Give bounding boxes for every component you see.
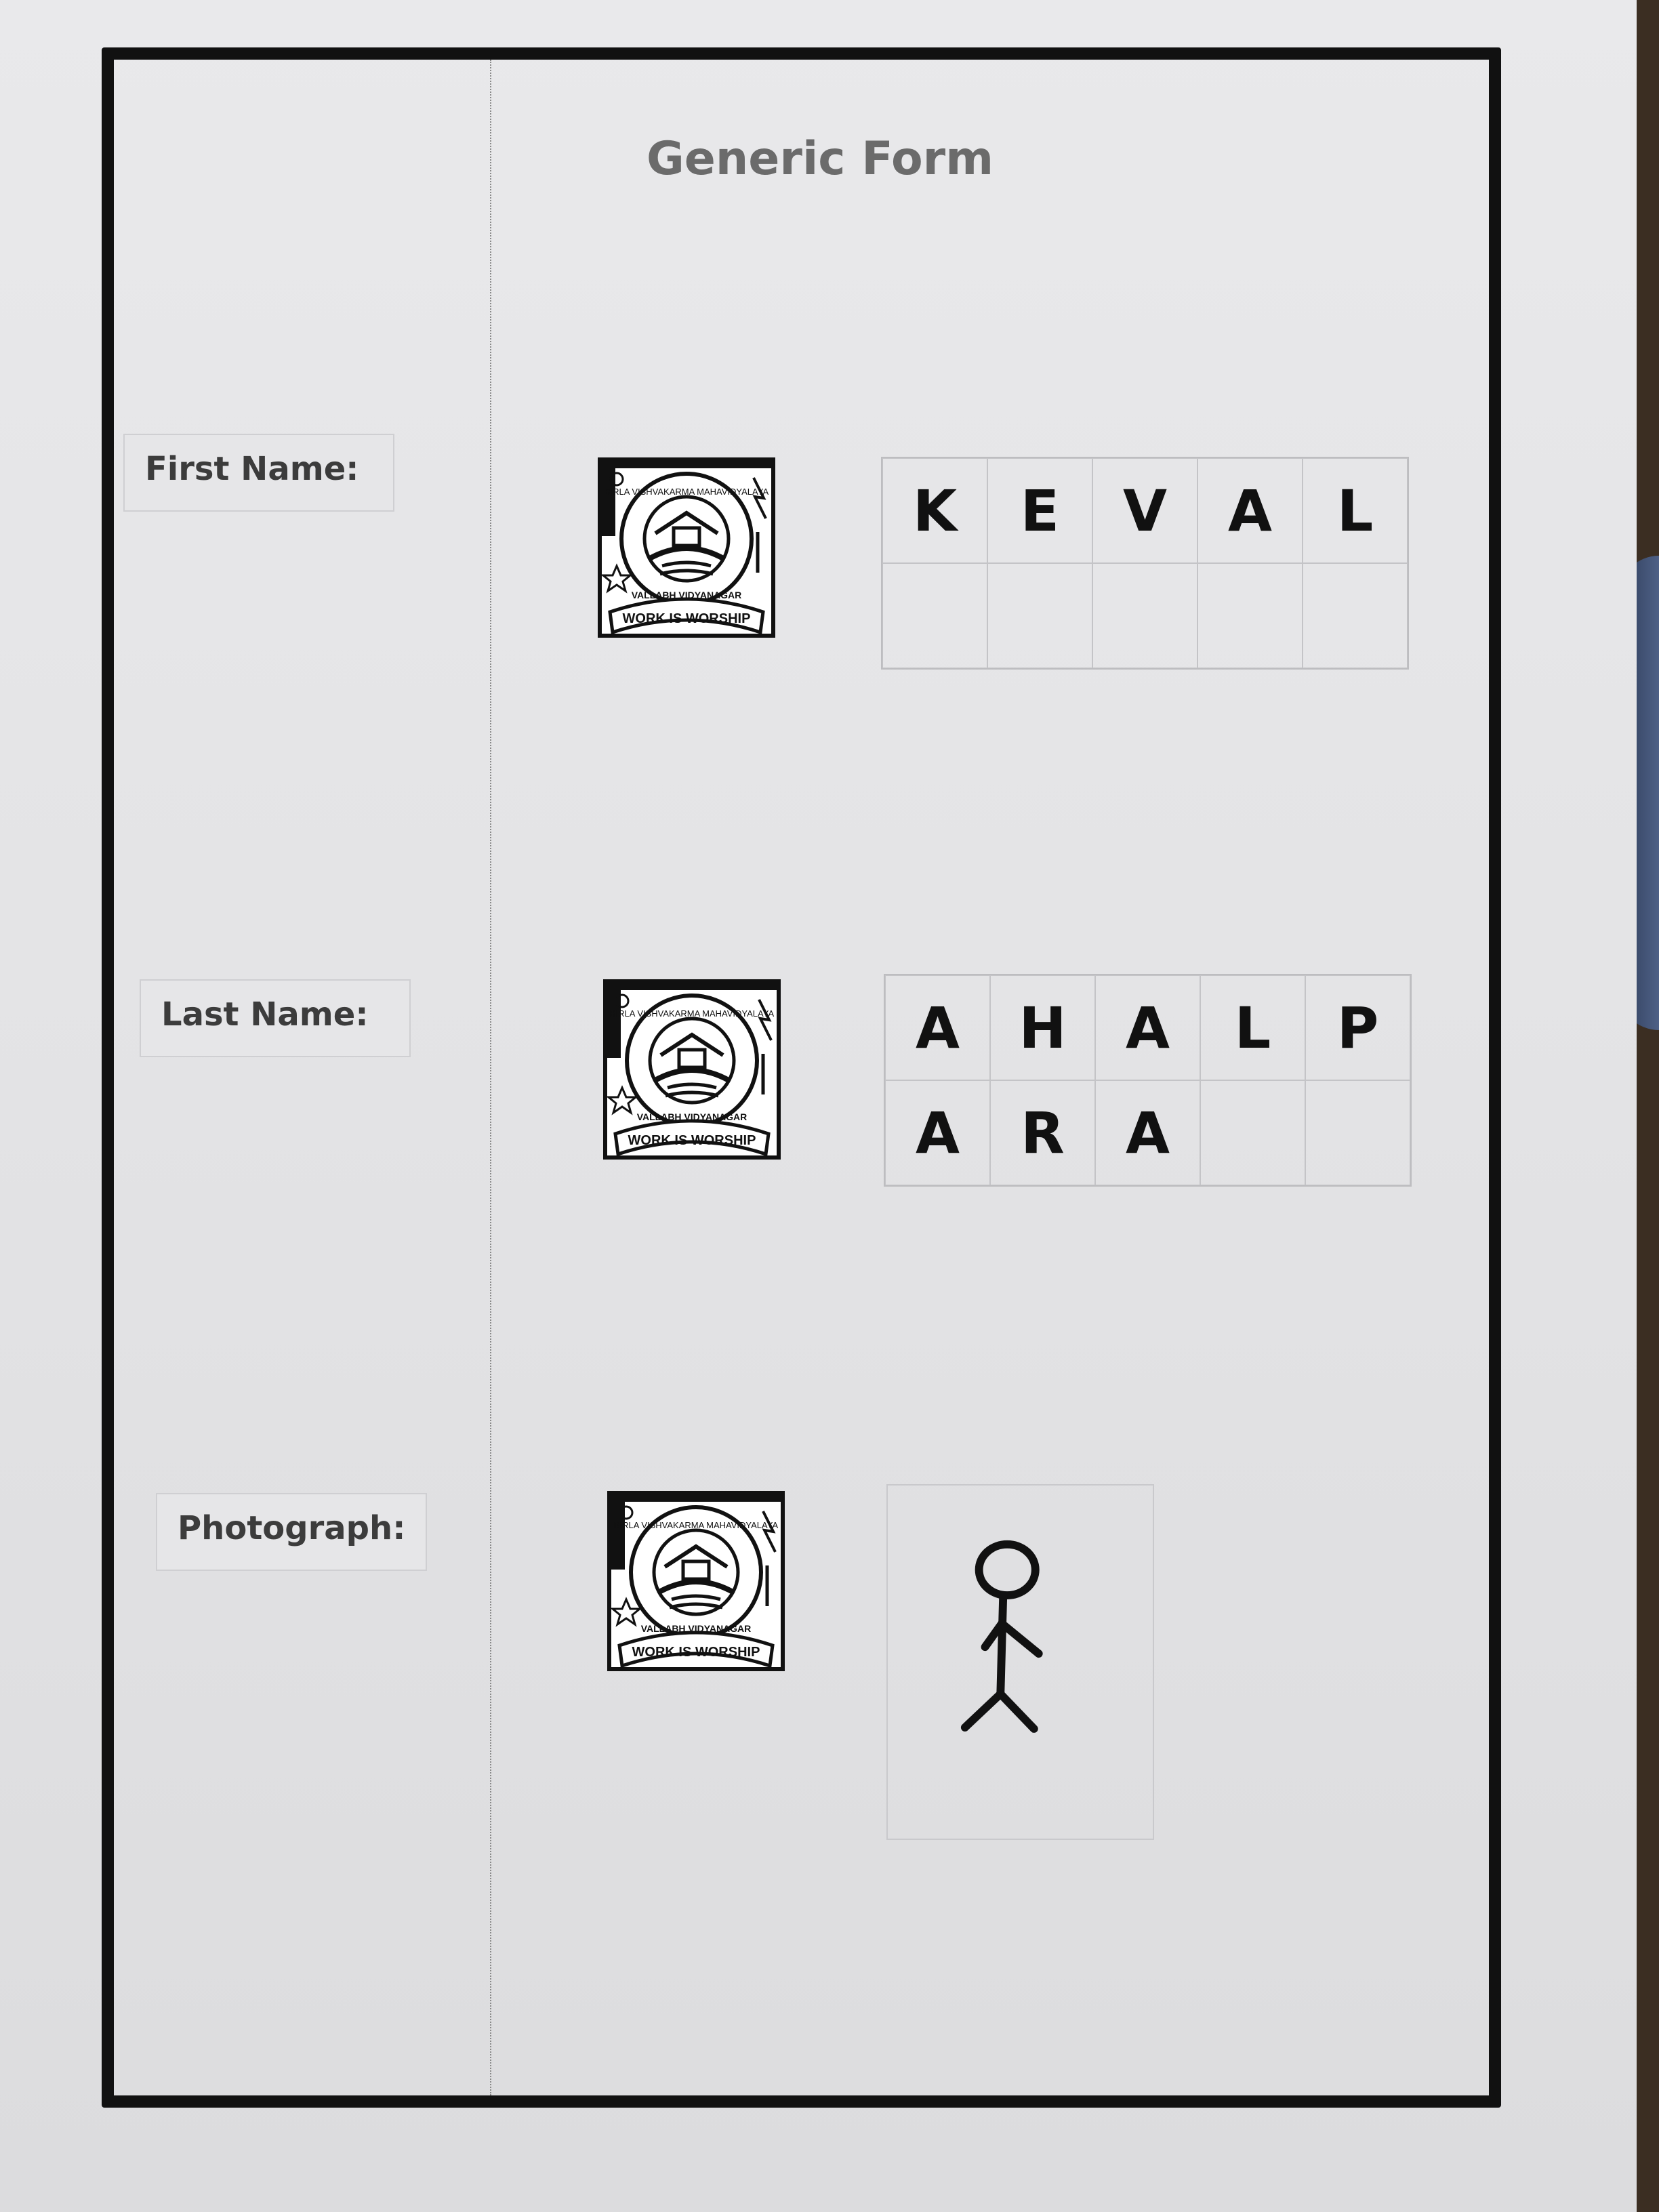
last-name-boxes[interactable]: AHALPARA xyxy=(884,974,1412,1187)
college-seal-logo: WORK IS WORSHIP BIRLA VISHVAKARMA MAHAVI… xyxy=(603,979,781,1160)
letter-box[interactable]: A xyxy=(1095,975,1200,1080)
letter-box[interactable]: A xyxy=(885,975,990,1080)
letter-box[interactable] xyxy=(1303,563,1408,668)
letter-box[interactable]: P xyxy=(1305,975,1410,1080)
letter-box[interactable]: R xyxy=(990,1080,1095,1185)
first-name-label: First Name: xyxy=(123,434,394,512)
svg-text:BIRLA VISHVAKARMA MAHAVIDYALAY: BIRLA VISHVAKARMA MAHAVIDYALAYA xyxy=(605,487,769,497)
form-sheet: Generic Form First Name: WORK IS WORSHIP… xyxy=(0,0,1637,2212)
letter-box[interactable] xyxy=(987,563,1092,668)
form-title: Generic Form xyxy=(646,132,994,186)
svg-text:WORK IS WORSHIP: WORK IS WORSHIP xyxy=(632,1645,760,1660)
letter-box[interactable]: A xyxy=(885,1080,990,1185)
letter-box[interactable]: A xyxy=(1095,1080,1200,1185)
svg-text:BIRLA VISHVAKARMA MAHAVIDYALAY: BIRLA VISHVAKARMA MAHAVIDYALAYA xyxy=(614,1520,779,1530)
svg-text:WORK IS WORSHIP: WORK IS WORSHIP xyxy=(623,611,751,626)
letter-box[interactable] xyxy=(882,563,987,668)
svg-text:VALLABH VIDYANAGAR: VALLABH VIDYANAGAR xyxy=(641,1623,752,1634)
letter-box[interactable] xyxy=(1305,1080,1410,1185)
letter-box[interactable]: V xyxy=(1092,458,1197,563)
column-divider xyxy=(490,60,491,2095)
svg-text:VALLABH VIDYANAGAR: VALLABH VIDYANAGAR xyxy=(637,1111,747,1122)
letter-box[interactable]: K xyxy=(882,458,987,563)
last-name-label: Last Name: xyxy=(140,979,411,1057)
svg-text:VALLABH VIDYANAGAR: VALLABH VIDYANAGAR xyxy=(632,590,742,600)
stick-figure-icon xyxy=(960,1540,1043,1733)
svg-text:WORK IS WORSHIP: WORK IS WORSHIP xyxy=(628,1133,756,1148)
college-seal-logo: WORK IS WORSHIP BIRLA VISHVAKARMA MAHAVI… xyxy=(607,1491,785,1671)
letter-box[interactable] xyxy=(1200,1080,1305,1185)
letter-box[interactable] xyxy=(1092,563,1197,668)
letter-box[interactable] xyxy=(1197,563,1303,668)
photograph-box[interactable] xyxy=(886,1484,1154,1840)
college-seal-logo: WORK IS WORSHIP BIRLA VISHVAKARMA MAHAVI… xyxy=(598,457,775,638)
letter-box[interactable]: A xyxy=(1197,458,1303,563)
letter-box[interactable]: L xyxy=(1303,458,1408,563)
svg-text:BIRLA VISHVAKARMA MAHAVIDYALAY: BIRLA VISHVAKARMA MAHAVIDYALAYA xyxy=(610,1008,775,1019)
letter-box[interactable]: E xyxy=(987,458,1092,563)
letter-box[interactable]: L xyxy=(1200,975,1305,1080)
first-name-boxes[interactable]: KEVAL xyxy=(881,457,1409,670)
photograph-label: Photograph: xyxy=(156,1493,427,1571)
letter-box[interactable]: H xyxy=(990,975,1095,1080)
